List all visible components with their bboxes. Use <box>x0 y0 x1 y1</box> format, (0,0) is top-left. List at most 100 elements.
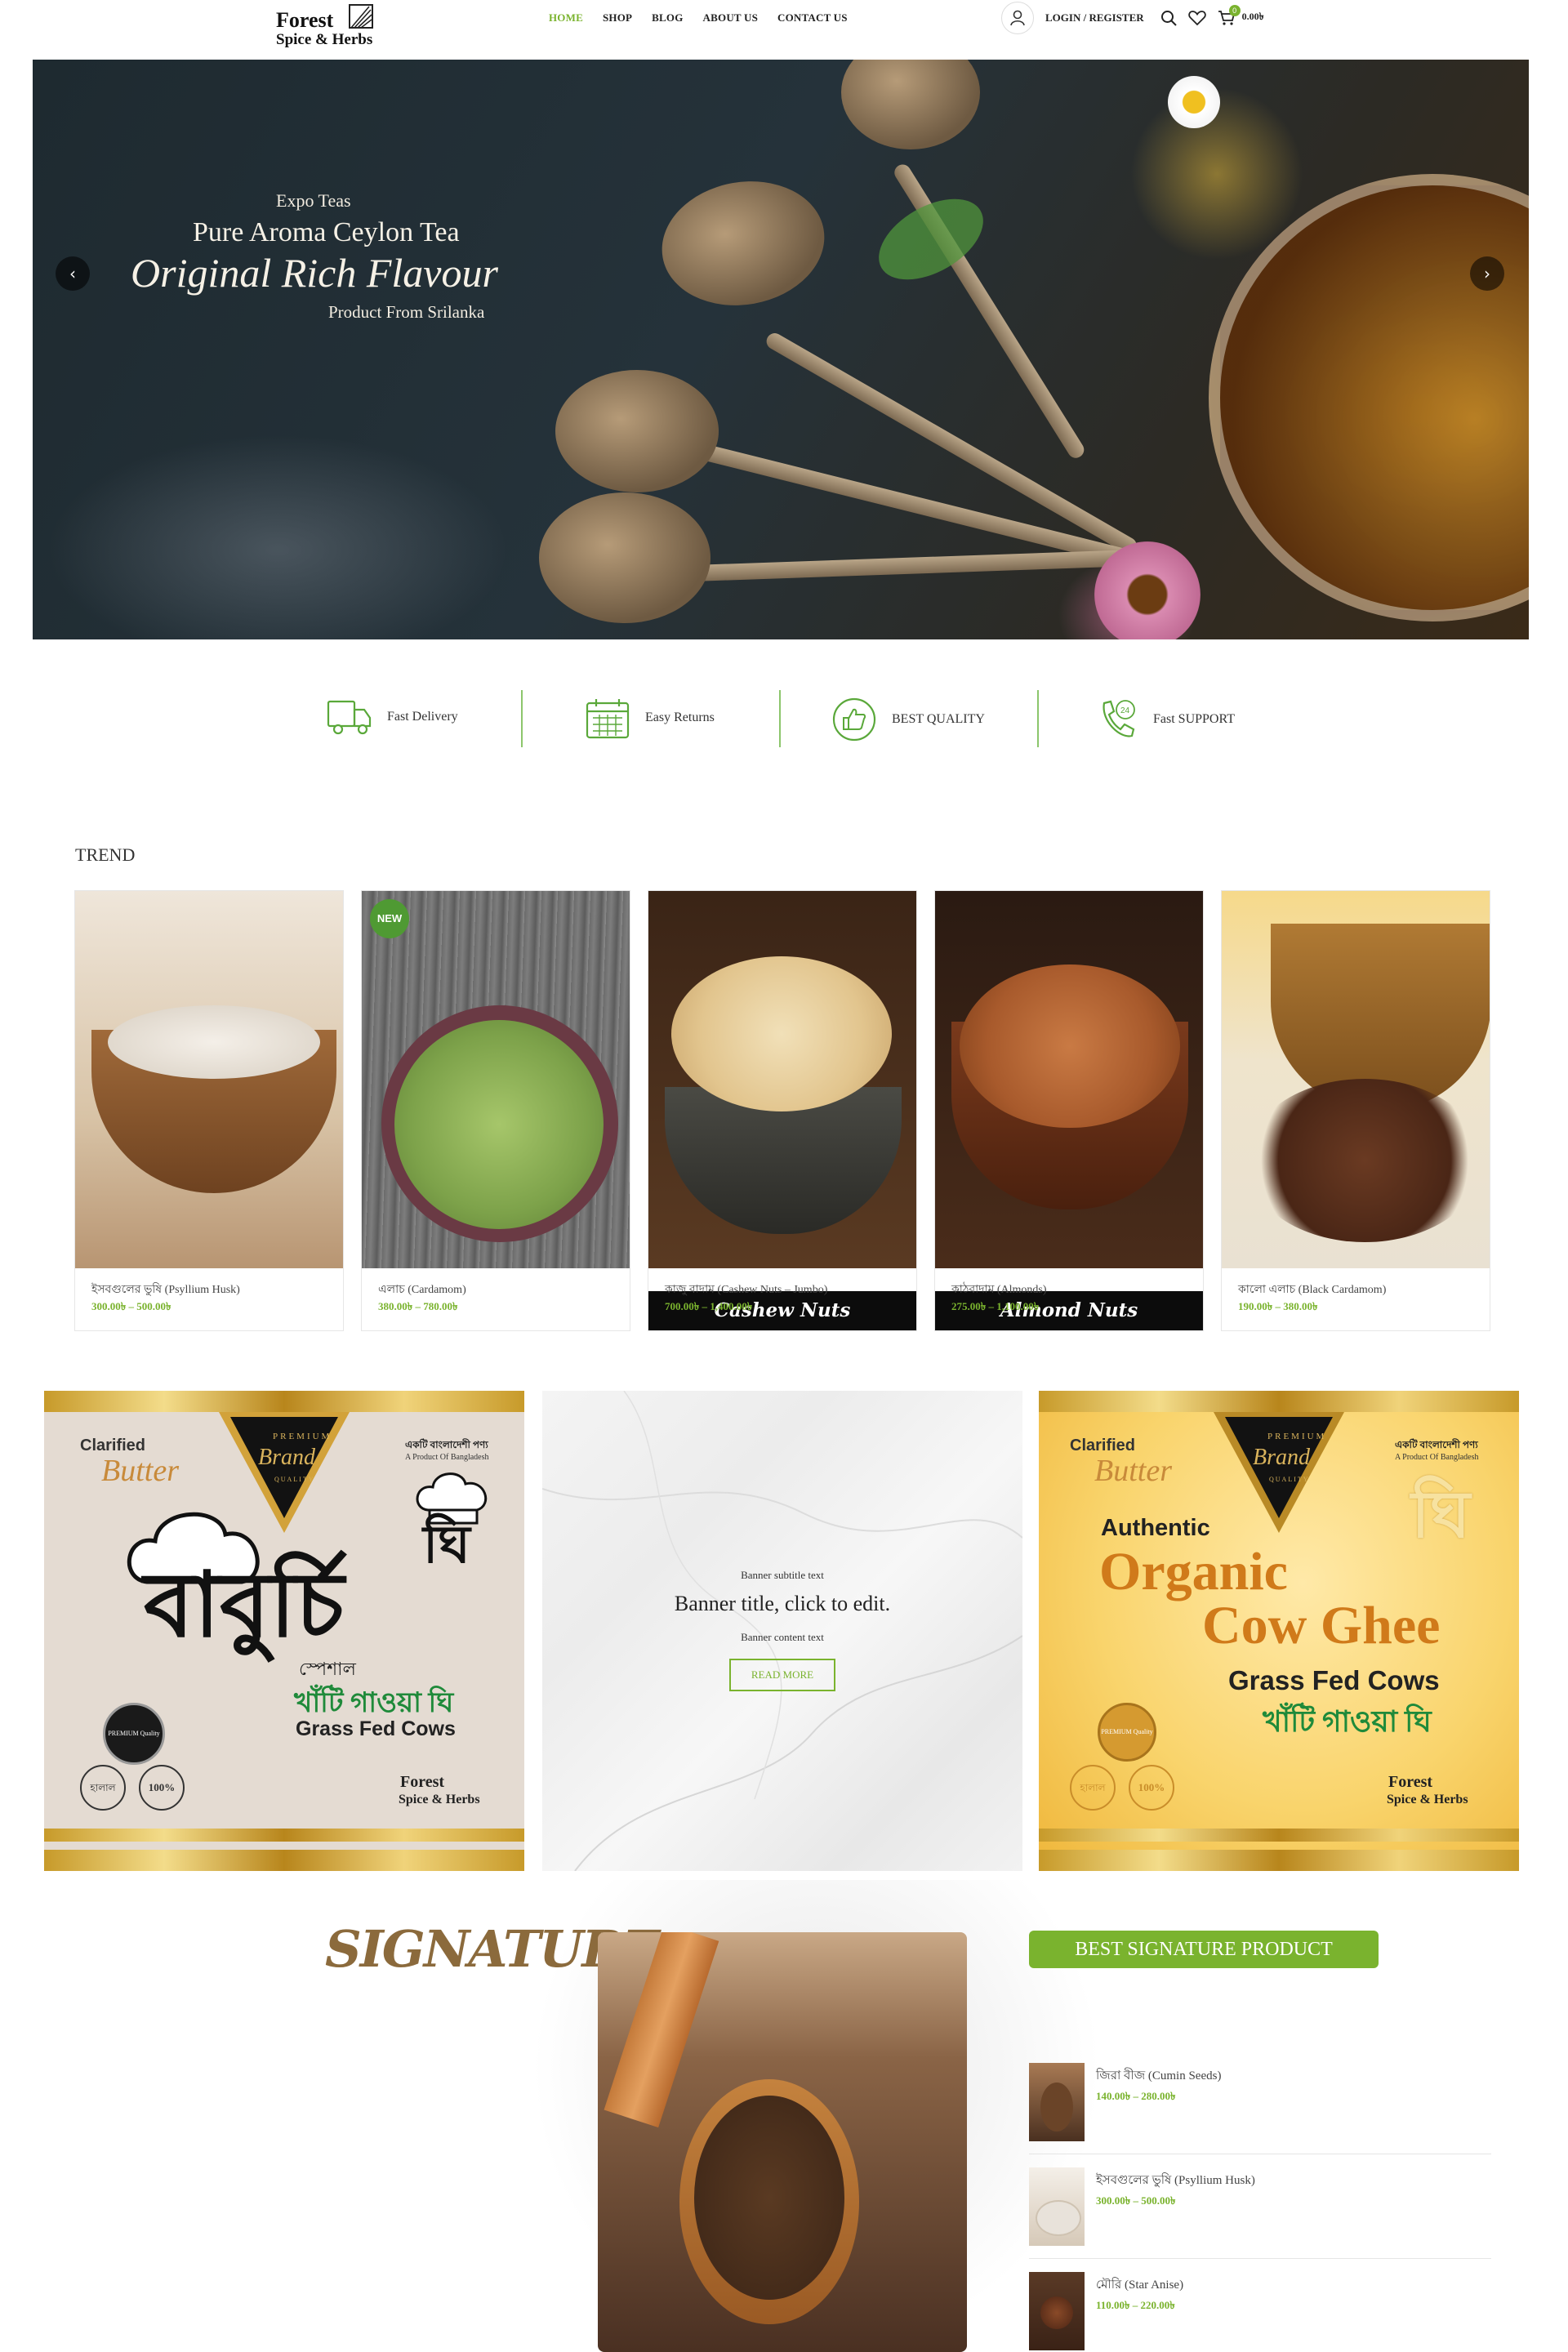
login-register-link[interactable]: LOGIN / REGISTER <box>1045 11 1144 24</box>
feature-label: Fast Delivery <box>387 710 458 724</box>
baburchi-title: বাবুর্চি <box>144 1556 345 1655</box>
daisy-flower <box>1168 76 1220 128</box>
hero-subtitle: Pure Aroma Ceylon Tea <box>193 217 460 247</box>
halal-seal: হালাল <box>1070 1765 1116 1811</box>
product-image[interactable] <box>935 891 1203 1268</box>
hero-caption: Product From Srilanka <box>328 302 485 322</box>
signature-divider <box>1029 2258 1491 2259</box>
feature-best-quality: BEST QUALITY <box>831 697 985 742</box>
gold-strip <box>44 1850 524 1871</box>
signature-thumb[interactable] <box>1029 2167 1085 2246</box>
ghee-bn-emboss: ঘি <box>1411 1480 1471 1552</box>
bd-product-en: A Product Of Bangladesh <box>1395 1453 1479 1462</box>
product-card-black-cardamom[interactable]: কালো এলাচ (Black Cardamom) 190.00৳ – 380… <box>1221 890 1490 1331</box>
banner-logo-line1: Forest <box>1388 1773 1433 1791</box>
trend-heading: TREND <box>75 844 136 865</box>
calendar-icon <box>586 699 630 739</box>
nav-about-us[interactable]: ABOUT US <box>703 11 758 24</box>
product-card-psyllium[interactable]: ইসবগুলের ভুষি (Psyllium Husk) 300.00৳ – … <box>74 890 344 1331</box>
product-name[interactable]: এলাচ (Cardamom) <box>378 1280 466 1299</box>
product-image[interactable] <box>648 891 916 1268</box>
signature-item-price: 110.00৳ – 220.00৳ <box>1096 2299 1175 2311</box>
gold-strip <box>44 1829 524 1842</box>
nav-contact-us[interactable]: CONTACT US <box>777 11 848 24</box>
logo-line1: Forest <box>276 8 334 32</box>
bd-product-bn: একটি বাংলাদেশী পণ্য <box>405 1439 488 1450</box>
cart-count-badge: 0 <box>1228 5 1241 16</box>
banner-logo-line1: Forest <box>400 1773 445 1791</box>
logo-line2: Spice & Herbs <box>276 31 373 48</box>
emblem-brand: Brand <box>1253 1445 1310 1470</box>
nav-home[interactable]: HOME <box>549 11 583 24</box>
signature-thumb[interactable] <box>1029 2272 1085 2350</box>
product-card-cardamom[interactable]: NEW এলাচ (Cardamom) 380.00৳ – 780.00৳ <box>361 890 630 1331</box>
slider-prev-button[interactable]: ‹ <box>56 256 90 291</box>
main-nav: HOME SHOP BLOG ABOUT US CONTACT US <box>549 11 848 24</box>
site-logo[interactable]: Forest Spice & Herbs <box>276 3 399 52</box>
emblem-brand: Brand <box>258 1445 315 1470</box>
thumbs-up-icon <box>832 697 876 742</box>
signature-item-star-anise[interactable]: মৌরি (Star Anise) 110.00৳ – 220.00৳ <box>1029 2272 1486 2350</box>
signature-item-name[interactable]: জিরা বীজ (Cumin Seeds) <box>1096 2066 1221 2087</box>
cart-button[interactable]: 0 0.00৳ <box>1218 5 1264 26</box>
signature-thumb[interactable] <box>1029 2063 1085 2141</box>
feature-divider <box>521 690 523 747</box>
user-icon[interactable] <box>1001 2 1034 34</box>
product-image[interactable] <box>1222 891 1490 1268</box>
nav-blog[interactable]: BLOG <box>652 11 683 24</box>
search-icon[interactable] <box>1160 10 1177 26</box>
banner-organic-cow-ghee[interactable]: PREMIUM Brand QUALITY Clarified Butter এ… <box>1039 1391 1519 1871</box>
signature-item-price: 140.00৳ – 280.00৳ <box>1096 2090 1176 2102</box>
banner-subtitle: Banner subtitle text <box>741 1569 824 1581</box>
authentic-text: Authentic <box>1101 1515 1210 1541</box>
read-more-button[interactable]: READ MORE <box>729 1659 835 1691</box>
tea-cup <box>1209 174 1529 621</box>
signature-item-cumin[interactable]: জিরা বীজ (Cumin Seeds) 140.00৳ – 280.00৳ <box>1029 2063 1486 2145</box>
grass-fed-text: Grass Fed Cows <box>1228 1665 1440 1695</box>
spoon-green-tea <box>555 370 719 492</box>
phone-24-icon: 24 <box>1102 700 1135 737</box>
feature-label: BEST QUALITY <box>892 712 985 726</box>
slider-next-button[interactable]: › <box>1470 256 1504 291</box>
best-signature-button[interactable]: BEST SIGNATURE PRODUCT <box>1029 1931 1379 1968</box>
product-card-almond[interactable]: Almond Nuts কাঠবাদাম (Almonds) 275.00৳ –… <box>934 890 1204 1331</box>
spoon-calendula <box>841 60 980 149</box>
feature-fast-support: 24 Fast SUPPORT <box>1096 697 1235 742</box>
khati-ghee-bn: খাঁটি গাওয়া ঘি <box>1263 1705 1432 1738</box>
signature-item-name[interactable]: মৌরি (Star Anise) <box>1096 2275 1183 2296</box>
feature-divider <box>1037 690 1039 747</box>
grass-fed-text: Grass Fed Cows <box>296 1717 456 1740</box>
banner-content: Banner content text <box>741 1631 824 1643</box>
product-name[interactable]: কালো এলাচ (Black Cardamom) <box>1238 1280 1386 1299</box>
emblem-premium: PREMIUM <box>1267 1432 1327 1441</box>
svg-text:24: 24 <box>1120 706 1130 715</box>
site-header: Forest Spice & Herbs HOME SHOP BLOG ABOU… <box>0 0 1568 59</box>
product-card-cashew[interactable]: Cashew Nuts কাজু বাদাম (Cashew Nuts – Ju… <box>648 890 917 1331</box>
spoon-mixed-herbs <box>539 492 710 623</box>
product-image[interactable] <box>75 891 343 1268</box>
banner-baburchi-ghee[interactable]: PREMIUM Brand QUALITY Clarified Butter এ… <box>44 1391 524 1871</box>
product-image[interactable] <box>362 891 630 1268</box>
banner-title[interactable]: Banner title, click to edit. <box>542 1592 1022 1616</box>
product-name[interactable]: কাঠবাদাম (Almonds) <box>951 1280 1047 1299</box>
product-name[interactable]: ইসবগুলের ভুষি (Psyllium Husk) <box>91 1280 240 1299</box>
gold-strip <box>1039 1391 1519 1412</box>
organic-text: Organic <box>1099 1542 1288 1601</box>
header-actions: LOGIN / REGISTER 0 0.00৳ <box>1001 2 1264 34</box>
product-name[interactable]: কাজু বাদাম (Cashew Nuts – Jumbo) <box>665 1280 827 1299</box>
nav-shop[interactable]: SHOP <box>603 11 632 24</box>
gold-strip <box>1039 1829 1519 1842</box>
signature-item-psyllium[interactable]: ইসবগুলের ভুষি (Psyllium Husk) 300.00৳ – … <box>1029 2167 1486 2249</box>
signature-item-name[interactable]: ইসবগুলের ভুষি (Psyllium Husk) <box>1096 2171 1255 2191</box>
banner-generic[interactable]: Banner subtitle text Banner title, click… <box>542 1391 1022 1871</box>
wishlist-heart-icon[interactable] <box>1187 10 1206 26</box>
emblem-quality: QUALITY <box>274 1476 315 1483</box>
butter-text: Butter <box>101 1454 179 1488</box>
hero-title: Original Rich Flavour <box>131 250 498 296</box>
spoon-dried-herbs <box>652 168 835 318</box>
product-price: 380.00৳ – 780.00৳ <box>378 1300 458 1312</box>
truck-icon <box>327 700 372 735</box>
signature-item-price: 300.00৳ – 500.00৳ <box>1096 2194 1176 2207</box>
emblem-quality: QUALITY <box>1269 1476 1310 1483</box>
signature-cumin-image[interactable] <box>598 1932 967 2352</box>
